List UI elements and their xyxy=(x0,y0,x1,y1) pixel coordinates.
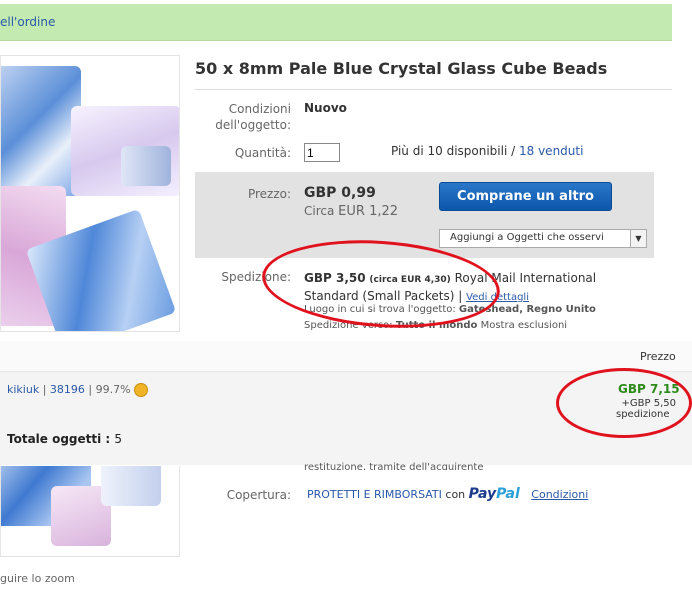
sold-link[interactable]: 18 venduti xyxy=(519,144,583,158)
quantity-label: Quantità: xyxy=(234,146,291,160)
condition-label: Condizioni dell'oggetto: xyxy=(215,102,291,132)
seller-medal-icon xyxy=(134,383,149,397)
availability-text: Più di 10 disponibili / 18 venduti xyxy=(391,144,583,158)
exclusions-link[interactable]: Mostra esclusioni xyxy=(481,320,568,331)
condition-value: Nuovo xyxy=(304,101,347,115)
availability-separator: / xyxy=(511,144,516,158)
quantity-input[interactable] xyxy=(304,143,340,162)
price-column-header: Prezzo xyxy=(640,350,676,363)
banner-link[interactable]: ell'ordine xyxy=(0,15,55,29)
price-approx: Circa EUR 1,22 xyxy=(304,204,398,219)
paypal-logo-pay: Pay xyxy=(468,486,497,502)
seller-info: kikiuk | 38196 | 99.7% xyxy=(7,383,149,397)
availability-count: Più di 10 disponibili xyxy=(391,144,508,158)
coverage-con: con xyxy=(445,488,466,501)
order-banner: ell'ordine xyxy=(0,4,672,41)
chevron-down-icon[interactable]: ▼ xyxy=(630,230,646,247)
price-approx-value: EUR 1,22 xyxy=(338,204,399,219)
total-items: Totale oggetti : 5 xyxy=(7,432,122,446)
price-label: Prezzo: xyxy=(247,187,291,201)
partial-returns-text: restituzione, tramite dell'acquirente xyxy=(304,462,484,470)
watchlist-label: Aggiungi a Oggetti che osservi xyxy=(450,232,604,243)
protection-link[interactable]: PROTETTI E RIMBORSATI xyxy=(307,488,442,501)
feedback-count-link[interactable]: 38196 xyxy=(50,383,85,396)
paypal-logo-pal: Pal xyxy=(496,486,520,502)
coverage-info: PROTETTI E RIMBORSATI con PayPal Condizi… xyxy=(307,486,588,502)
title-divider xyxy=(195,89,672,90)
buy-another-button[interactable]: Comprane un altro xyxy=(439,182,612,211)
conditions-link[interactable]: Condizioni xyxy=(531,488,588,501)
feedback-percent: 99.7% xyxy=(95,383,131,396)
product-title: 50 x 8mm Pale Blue Crystal Glass Cube Be… xyxy=(195,59,608,78)
product-photo-lower[interactable] xyxy=(0,466,180,557)
watchlist-dropdown[interactable]: Aggiungi a Oggetti che osservi ▼ xyxy=(439,229,647,248)
coverage-label: Copertura: xyxy=(226,488,291,502)
seller-name-link[interactable]: kikiuk xyxy=(7,383,39,396)
price-approx-prefix: Circa xyxy=(304,204,335,218)
total-items-label: Totale oggetti : xyxy=(7,432,111,446)
annotation-circle-total xyxy=(556,368,692,438)
product-photo[interactable] xyxy=(0,55,180,332)
price-value: GBP 0,99 xyxy=(304,185,376,201)
total-items-value: 5 xyxy=(114,432,123,446)
cart-summary-header xyxy=(0,341,692,372)
zoom-hint: guire lo zoom xyxy=(0,572,75,585)
